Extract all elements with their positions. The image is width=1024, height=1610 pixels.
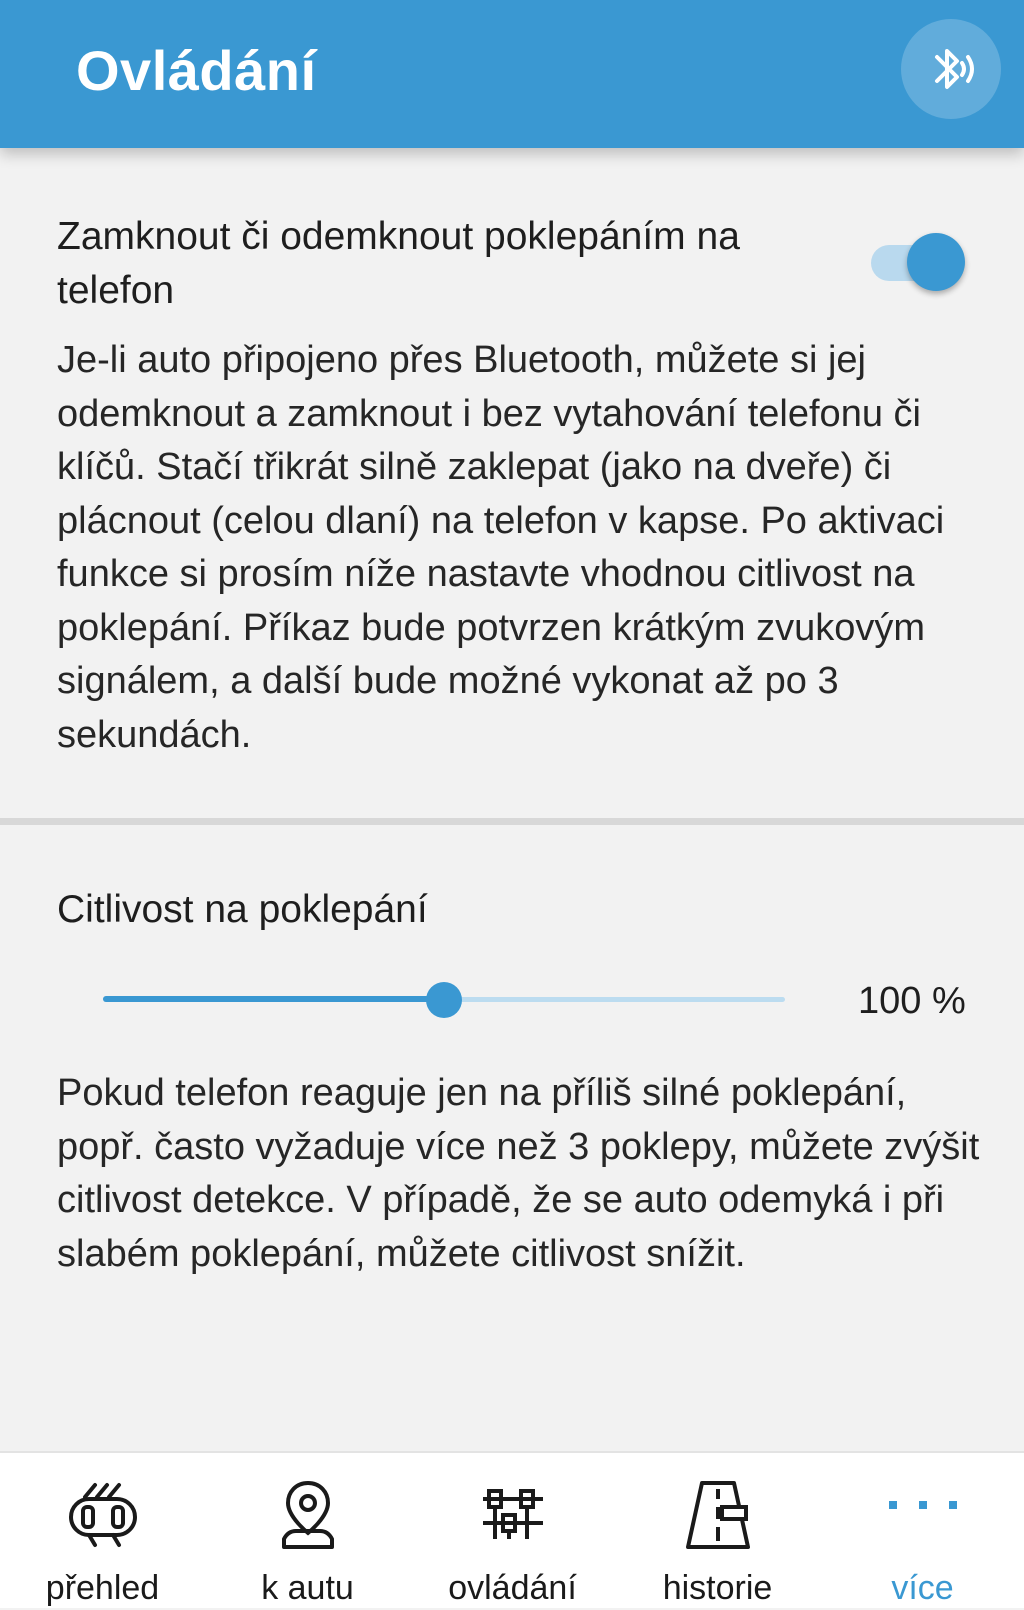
knock-toggle-label: Zamknout či odemknout poklepáním na tele… [57,215,740,312]
car-overview-icon [68,1483,137,1547]
nav-item-prehled[interactable]: přehled [0,1453,205,1610]
bluetooth-button[interactable] [901,19,1001,119]
bluetooth-audio-icon [935,49,974,89]
nav-item-vice[interactable]: více [820,1453,1024,1610]
switch-thumb [907,233,965,291]
page-title: Ovládání [76,39,317,102]
sensitivity-label: Citlivost na poklepání [57,888,428,931]
nav-label-ovladani: ovládání [448,1569,577,1607]
slider-thumb[interactable] [426,982,462,1018]
controls-icon [482,1489,543,1539]
sensitivity-slider[interactable] [100,980,788,1020]
knock-setting-section: Zamknout či odemknout poklepáním na tele… [0,148,1024,818]
nav-label-vice: více [891,1569,954,1607]
nav-item-k-autu[interactable]: k autu [205,1453,410,1610]
nav-label-historie: historie [662,1569,773,1607]
sensitivity-description: Pokud telefon reaguje jen na příliš siln… [57,1072,980,1275]
knock-toggle-switch[interactable] [871,233,965,291]
app-bar: Ovládání [0,0,1024,148]
nav-label-prehled: přehled [45,1569,160,1607]
map-pin-car-icon [281,1480,334,1549]
section-divider [0,818,1024,825]
more-dots-icon [888,1501,957,1509]
sensitivity-value: 100 % [858,980,966,1022]
knock-description: Je-li auto připojeno přes Bluetooth, můž… [57,339,945,756]
slider-fill [103,996,444,1002]
nav-item-historie[interactable]: historie [615,1453,820,1610]
bottom-navigation: přehled k autu ovládání historie více [0,1451,1024,1608]
nav-item-ovladani[interactable]: ovládání [410,1453,615,1610]
road-history-icon [685,1481,750,1549]
nav-label-k-autu: k autu [261,1569,354,1607]
